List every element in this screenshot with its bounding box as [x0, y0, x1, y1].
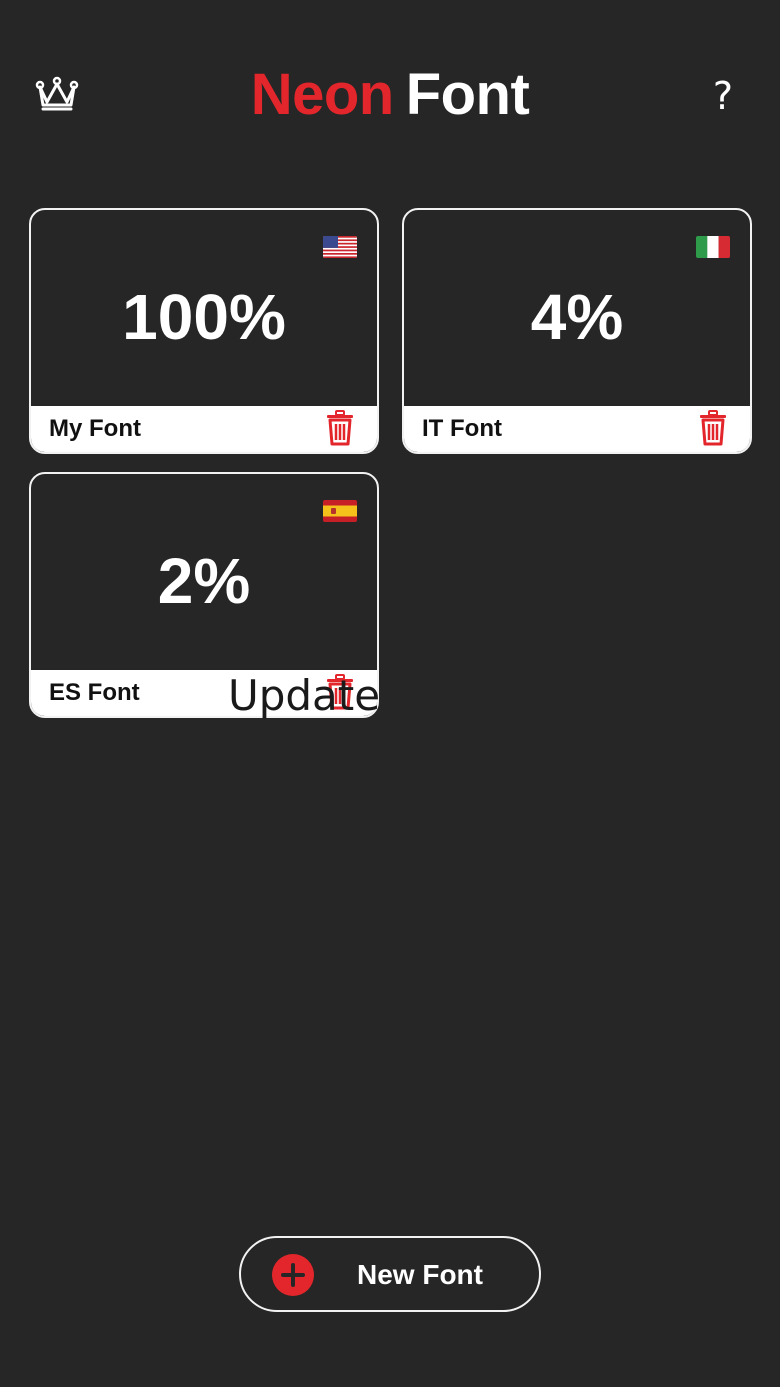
- app-title: Neon Font: [0, 60, 780, 130]
- flag-it-icon: [696, 236, 730, 258]
- updating-toast: Update: [228, 670, 380, 722]
- card-footer: IT Font: [404, 406, 750, 452]
- help-button[interactable]: ?: [708, 74, 738, 118]
- card-footer: My Font: [31, 406, 377, 452]
- new-font-label: New Font: [357, 1259, 483, 1290]
- flag-es-icon: [323, 500, 357, 522]
- plus-icon: [272, 1254, 314, 1296]
- font-progress-percent: 4%: [530, 281, 624, 353]
- font-name: ES Font: [49, 679, 140, 706]
- font-progress-percent: 2%: [157, 545, 251, 617]
- trash-icon[interactable]: [698, 410, 728, 446]
- new-font-button[interactable]: New Font: [239, 1236, 541, 1312]
- app-title-font: Font: [405, 62, 530, 127]
- font-name: My Font: [49, 415, 141, 442]
- app-title-neon: Neon: [250, 62, 395, 127]
- font-progress-percent: 100%: [122, 281, 286, 353]
- toast-text: Update: [228, 671, 381, 720]
- font-card-my-font[interactable]: 100% My Font: [29, 208, 379, 454]
- app-header: Neon Font ?: [0, 0, 780, 190]
- font-name: IT Font: [422, 415, 502, 442]
- trash-icon[interactable]: [325, 410, 355, 446]
- font-card-it-font[interactable]: 4% IT Font: [402, 208, 752, 454]
- flag-us-icon: [323, 236, 357, 258]
